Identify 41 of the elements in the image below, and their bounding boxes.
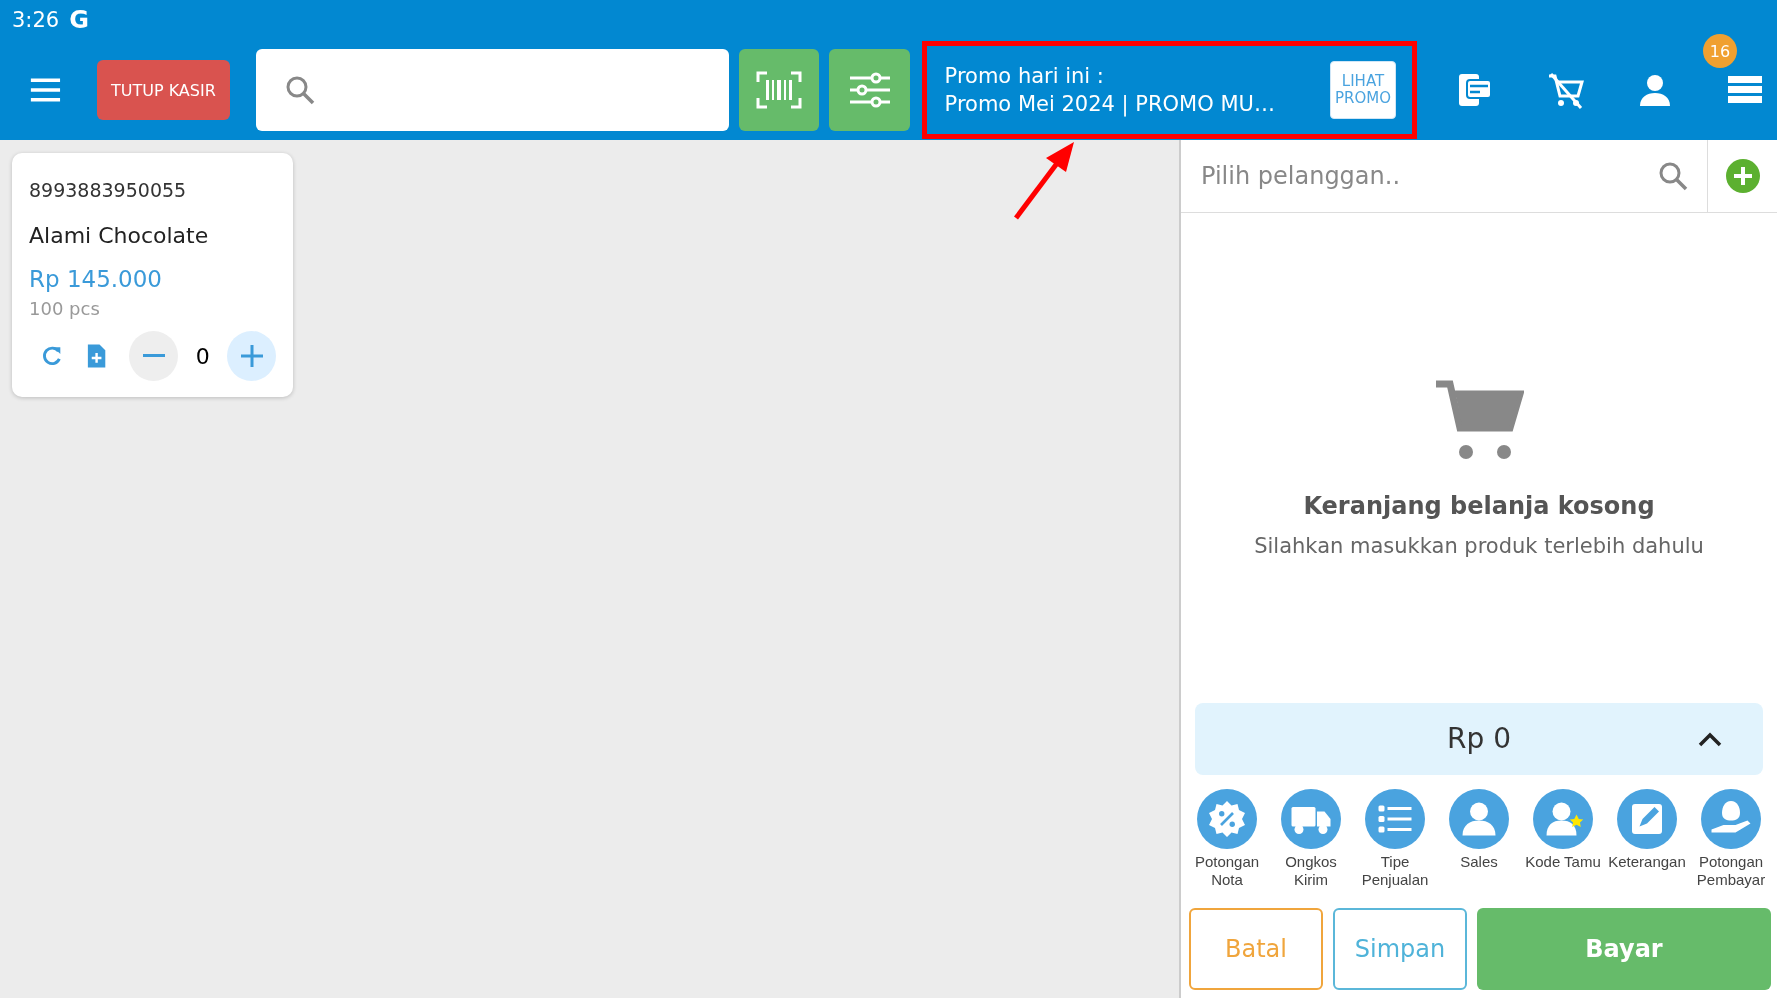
sliders-icon xyxy=(847,71,892,109)
action-button[interactable]: Potongan Pembayar xyxy=(1689,788,1773,890)
action-button[interactable]: Keterangan xyxy=(1605,788,1689,890)
quantity-value: 0 xyxy=(194,343,211,369)
action-button[interactable]: Tipe Penjualan xyxy=(1353,788,1437,890)
list-icon xyxy=(1365,788,1425,849)
empty-cart-title: Keranjang belanja kosong xyxy=(1303,491,1655,520)
total-amount: Rp 0 xyxy=(1447,722,1511,755)
product-barcode: 8993883950055 xyxy=(29,179,188,201)
money-icon xyxy=(1701,788,1761,849)
minus-icon xyxy=(142,354,165,358)
action-button[interactable]: Ongkos Kirim xyxy=(1269,788,1353,890)
action-button[interactable]: Kode Tamu xyxy=(1521,788,1605,890)
barcode-icon xyxy=(755,70,804,110)
search-field[interactable] xyxy=(255,49,730,131)
plus-icon xyxy=(239,344,264,368)
total-bar[interactable]: Rp 0 xyxy=(1195,702,1763,775)
product-name: Alami Chocolate xyxy=(29,223,210,248)
promo-heading: Promo hari ini : xyxy=(944,64,1105,88)
search-icon xyxy=(1657,160,1689,192)
close-register-button[interactable]: TUTUP KASIR xyxy=(96,60,230,120)
guest-icon xyxy=(1533,788,1593,849)
empty-cart-subtitle: Silahkan masukkan produk terlebih dahulu xyxy=(1254,533,1704,558)
decrease-button[interactable] xyxy=(129,331,179,381)
person-icon xyxy=(1449,788,1509,849)
action-button[interactable]: Potongan Nota xyxy=(1185,788,1269,890)
shipping-icon xyxy=(1281,788,1341,849)
discount-icon xyxy=(1197,788,1257,849)
increase-button[interactable] xyxy=(227,331,276,381)
notification-badge: 16 xyxy=(1703,34,1737,68)
plus-icon xyxy=(1724,158,1761,194)
promo-text: Promo Mei 2024 | PROMO MU… xyxy=(944,92,1276,116)
product-price: Rp 145.000 xyxy=(29,266,163,292)
filter-button[interactable] xyxy=(829,49,910,131)
note-icon xyxy=(1617,788,1677,849)
status-time: 3:26 xyxy=(12,8,60,32)
action-button[interactable]: Sales xyxy=(1437,788,1521,890)
product-stock: 100 pcs xyxy=(29,298,101,319)
notification-letter: G xyxy=(69,6,89,34)
product-card[interactable]: 8993883950055 Alami Chocolate Rp 145.000 100 pcs 0 xyxy=(12,153,293,397)
barcode-scan-button[interactable] xyxy=(739,49,820,131)
